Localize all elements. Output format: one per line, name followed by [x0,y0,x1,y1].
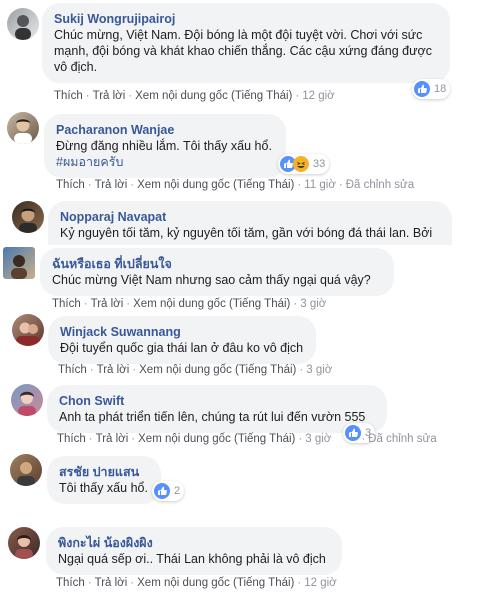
separator: · [361,433,366,445]
avatar[interactable] [8,527,40,559]
reaction-count: 33 [313,158,326,170]
timestamp[interactable]: 3 giờ [300,298,326,310]
comment-text: Chúc mừng, Việt Nam. Đội bóng là một đội… [54,28,423,42]
avatar[interactable] [12,201,44,233]
reaction-count: 2 [174,485,181,497]
reply-link[interactable]: Trả lời [93,90,126,102]
comment-text: mạnh, đội bóng và khát khao chiến thắng.… [54,44,432,58]
comment-bubble: พิงกะไผ่ น้องผิงผิง Ngại quá sếp ơi.. Th… [46,527,342,575]
like-link[interactable]: Thích [52,298,81,310]
separator: · [126,298,131,310]
separator: · [88,433,93,445]
reply-link[interactable]: Trả lời [96,433,129,445]
comment-author[interactable]: Pacharanon Wanjae [56,122,274,138]
comment-text: Kỷ nguyên tối tăm, kỷ nguyên tối tăm, gầ… [60,226,433,240]
separator: · [87,577,92,589]
reply-link[interactable]: Trả lời [95,577,128,589]
edited-label[interactable]: Đã chỉnh sửa [368,433,436,445]
comment-text: vô địch. [54,60,98,74]
avatar[interactable] [12,314,44,346]
timestamp[interactable]: 12 giờ [302,90,334,102]
see-original-link[interactable]: Xem nội dung gốc (Tiếng Thái) [135,90,292,102]
comment-author[interactable]: สรชัย ปายแสน [59,464,149,480]
separator: · [295,90,300,102]
comment-bubble: Pacharanon Wanjae Đừng đăng nhiều lắm. T… [44,114,286,178]
comment-bubble: Sukij Wongrujipairoj Chúc mừng, Việt Nam… [42,3,450,83]
avatar[interactable] [10,454,42,486]
separator: · [85,90,90,102]
separator: · [132,364,137,376]
separator: · [130,179,135,191]
comment-author[interactable]: Winjack Suwannang [60,324,304,340]
timestamp[interactable]: 3 giờ [305,433,331,445]
reply-link[interactable]: Trả lời [95,179,128,191]
separator: · [89,364,94,376]
comment-author[interactable]: พิงกะไผ่ น้องผิงผิง [58,535,330,551]
comment-actions: Thích · Trả lời · Xem nội dung gốc (Tiếng Th… [58,363,332,377]
reply-link[interactable]: Trả lời [97,364,130,376]
separator: · [299,364,304,376]
comment-text: Anh ta phát triển tiến lên, chúng ta rút… [59,410,366,424]
comment-author[interactable]: ฉันหรือเธอ ที่เปลี่ยนใจ [52,256,382,272]
separator: · [87,179,92,191]
see-original-link[interactable]: Xem nội dung gốc (Tiếng Thái) [138,433,295,445]
see-original-link[interactable]: Xem nội dung gốc (Tiếng Thái) [133,298,290,310]
comment-text: Chúc mừng Việt Nam nhưng sao cảm thấy ng… [52,273,371,287]
like-link[interactable]: Thích [57,433,86,445]
comment-author[interactable]: Nopparaj Navapat [60,209,440,225]
comment-bubble: Nopparaj Navapat Kỷ nguyên tối tăm, kỷ n… [48,201,452,245]
reaction-summary[interactable]: 18 [412,79,451,99]
comment-actions: Thích · Trả lời · Xem nội dung gốc (Tiếng Th… [57,432,437,446]
comment-author[interactable]: Chon Swift [59,393,375,409]
comment-actions: Thích · Trả lời · Xem nội dung gốc (Tiếng Th… [56,576,337,590]
like-reaction-icon [414,81,430,97]
comment-text: Đừng đăng nhiều lắm. Tôi thấy xấu hổ. [56,139,272,153]
hashtag-link[interactable]: #ผมอายครับ [56,154,274,170]
comment-bubble: Chon Swift Anh ta phát triển tiến lên, c… [47,385,387,433]
separator: · [293,298,298,310]
reply-link[interactable]: Trả lời [91,298,124,310]
comment-bubble: Winjack Suwannang Đội tuyển quốc gia thá… [48,316,316,364]
separator: · [128,90,133,102]
separator: · [338,179,343,191]
reaction-summary[interactable]: 2 [152,481,185,501]
comment-text: Đội tuyển quốc gia thái lan ở đâu ko vô … [60,341,304,355]
see-original-link[interactable]: Xem nội dung gốc (Tiếng Thái) [137,577,294,589]
comment-actions: Thích · Trả lời · Xem nội dung gốc (Tiếng Th… [52,297,326,311]
comment-text: Tôi thấy xấu hổ. [59,481,148,495]
comment-actions: Thích · Trả lời · Xem nội dung gốc (Tiếng Th… [54,89,335,103]
like-reaction-icon [154,483,170,499]
comment-author[interactable]: Sukij Wongrujipairoj [54,11,438,27]
haha-reaction-icon [293,156,309,172]
comment-bubble: สรชัย ปายแสน Tôi thấy xấu hổ. [47,456,161,504]
separator: · [297,577,302,589]
comment-actions: Thích · Trả lời · Xem nội dung gốc (Tiếng Th… [56,178,414,192]
timestamp[interactable]: 3 giờ [306,364,332,376]
separator: · [297,179,302,191]
comment-bubble: ฉันหรือเธอ ที่เปลี่ยนใจ Chúc mừng Việt N… [40,248,394,296]
reaction-count: 18 [434,83,447,95]
avatar[interactable] [3,247,35,279]
like-link[interactable]: Thích [58,364,87,376]
separator: · [130,577,135,589]
reaction-summary[interactable]: 33 [278,154,330,174]
edited-label[interactable]: Đã chỉnh sửa [346,179,414,191]
like-link[interactable]: Thích [56,179,85,191]
avatar[interactable] [11,384,43,416]
timestamp[interactable]: 12 giờ [304,577,336,589]
separator: · [83,298,88,310]
comment-text: Ngại quá sếp ơi.. Thái Lan không phải là… [58,552,326,566]
timestamp[interactable]: 11 giờ [304,179,336,191]
like-link[interactable]: Thích [54,90,83,102]
avatar[interactable] [7,112,39,144]
like-link[interactable]: Thích [56,577,85,589]
separator: · [298,433,303,445]
see-original-link[interactable]: Xem nội dung gốc (Tiếng Thái) [137,179,294,191]
separator: · [131,433,136,445]
avatar[interactable] [7,8,39,40]
see-original-link[interactable]: Xem nội dung gốc (Tiếng Thái) [139,364,296,376]
